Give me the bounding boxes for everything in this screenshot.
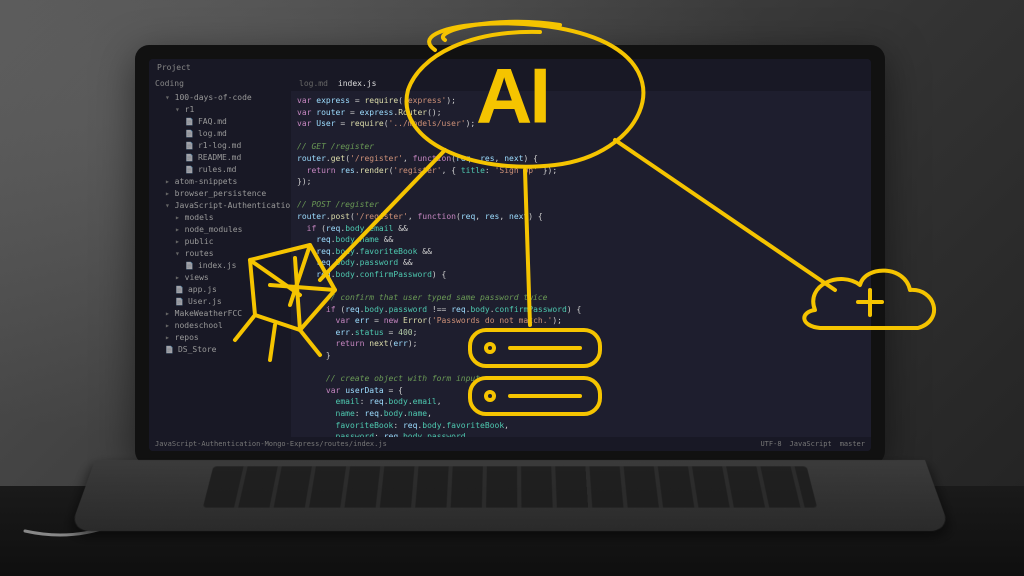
- tree-file[interactable]: r1-log.md: [155, 140, 285, 152]
- tree-file[interactable]: DS_Store: [155, 344, 285, 356]
- tab[interactable]: log.md: [299, 79, 328, 88]
- status-language: JavaScript: [790, 440, 832, 448]
- tree-file[interactable]: rules.md: [155, 164, 285, 176]
- tree-folder[interactable]: MakeWeatherFCC: [155, 308, 285, 320]
- tree-file[interactable]: index.js: [155, 260, 285, 272]
- tree-folder[interactable]: JavaScript-Authentication-Mongo-Express: [155, 200, 285, 212]
- status-path: JavaScript-Authentication-Mongo-Express/…: [155, 440, 387, 448]
- tree-folder[interactable]: models: [155, 212, 285, 224]
- tree-file[interactable]: README.md: [155, 152, 285, 164]
- tree-folder[interactable]: nodeschool: [155, 320, 285, 332]
- tree-folder[interactable]: atom-snippets: [155, 176, 285, 188]
- file-tree-sidebar: Coding 100-days-of-code r1 FAQ.md log.md…: [149, 75, 291, 437]
- tree-folder[interactable]: 100-days-of-code: [155, 92, 285, 104]
- tree-folder[interactable]: public: [155, 236, 285, 248]
- tree-folder[interactable]: r1: [155, 104, 285, 116]
- editor-statusbar: JavaScript-Authentication-Mongo-Express/…: [149, 437, 871, 451]
- tree-file[interactable]: app.js: [155, 284, 285, 296]
- tree-file[interactable]: User.js: [155, 296, 285, 308]
- editor-tabs: log.md index.js: [291, 75, 871, 91]
- laptop-keyboard-deck: [69, 460, 950, 531]
- sidebar-root-folder: Coding: [155, 79, 285, 88]
- tab-active[interactable]: index.js: [338, 79, 377, 88]
- tree-folder[interactable]: node_modules: [155, 224, 285, 236]
- ai-overlay-label: AI: [476, 51, 548, 142]
- tree-file[interactable]: FAQ.md: [155, 116, 285, 128]
- code-pane: log.md index.js var express = require('e…: [291, 75, 871, 437]
- tree-folder[interactable]: routes: [155, 248, 285, 260]
- tree-folder[interactable]: views: [155, 272, 285, 284]
- tree-folder[interactable]: browser_persistence: [155, 188, 285, 200]
- project-label: Project: [157, 63, 191, 72]
- tree-file[interactable]: log.md: [155, 128, 285, 140]
- laptop-keyboard: [203, 466, 817, 507]
- status-branch: master: [840, 440, 865, 448]
- tree-folder[interactable]: repos: [155, 332, 285, 344]
- code-content: var express = require('express'); var ro…: [291, 91, 871, 437]
- status-encoding: UTF-8: [760, 440, 781, 448]
